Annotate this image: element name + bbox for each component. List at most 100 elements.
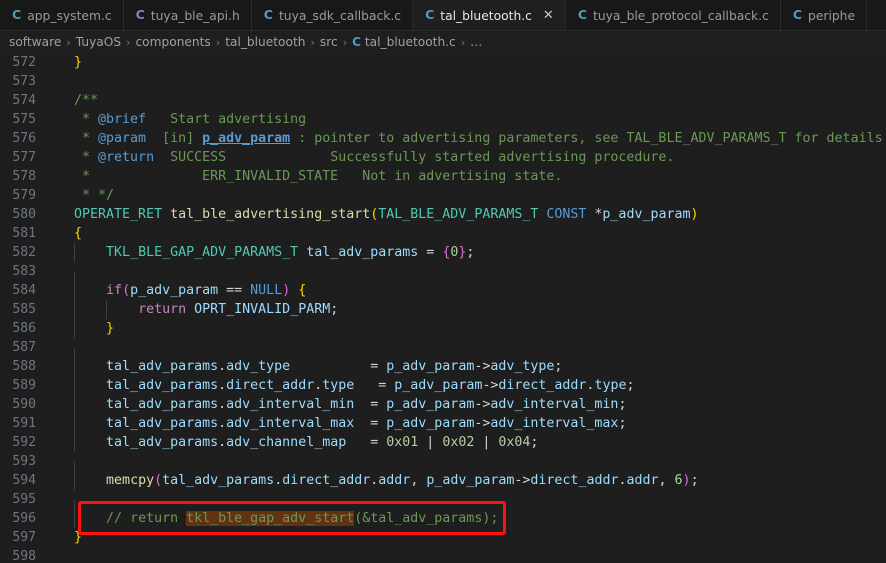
c-file-icon: C [352,35,361,49]
code-line[interactable]: 596 // return tkl_ble_gap_adv_start(&tal… [0,509,886,528]
code-line[interactable]: 579 * */ [0,186,886,205]
code-token: adv_type [226,359,291,374]
code-token: TKL_BLE_GAP_ADV_PARAMS_T [106,245,299,260]
editor-tab-tuya-ble-api-h[interactable]: Ctuya_ble_api.h [123,0,252,30]
code-line[interactable]: 592 tal_adv_params.adv_channel_map = 0x0… [0,433,886,452]
breadcrumb-item-src[interactable]: src [320,35,338,49]
breadcrumb-item-tal-bluetooth-c[interactable]: Ctal_bluetooth.c [352,35,456,49]
code-line-content: } [46,319,886,338]
code-line[interactable]: 573 [0,72,886,91]
code-line[interactable]: 595 [0,490,886,519]
code-token: /** [58,93,99,108]
code-token: p_adv_param [202,131,291,146]
code-line[interactable]: 577 * @return SUCCESS Successfully start… [0,148,886,167]
code-line-content: if(p_adv_param == NULL) { [46,281,886,300]
code-line-content: /** [46,91,886,110]
editor-tab-tuya-sdk-callback-c[interactable]: Ctuya_sdk_callback.c [251,0,414,30]
editor-tab-app-system-c[interactable]: Capp_system.c [0,0,124,30]
code-token: * */ [58,188,115,203]
indent-guide [74,414,76,433]
code-token: , [658,473,675,488]
breadcrumb-item-tuyaos[interactable]: TuyaOS [76,35,121,49]
code-line-content: tal_adv_params.adv_interval_min = p_adv_… [46,395,886,414]
close-icon[interactable]: ✕ [543,9,554,22]
code-token: ; [626,378,635,393]
breadcrumb-item-software[interactable]: software [9,35,61,49]
code-line[interactable]: 576 * @param [in] p_adv_param : pointer … [0,129,886,148]
code-token: : pointer to advertising parameters, see… [290,131,883,146]
code-line-content: TKL_BLE_GAP_ADV_PARAMS_T tal_adv_params … [46,243,886,262]
code-token: OPRT_INVALID_PARM [194,302,331,317]
code-token: OPERATE_RET [74,207,163,222]
code-line[interactable]: 584 if(p_adv_param == NULL) { [0,281,886,300]
code-line[interactable]: 581 { [0,224,886,243]
code-line[interactable]: 593 [0,452,886,481]
c-file-icon: C [425,7,435,23]
breadcrumb-item--[interactable]: … [470,35,482,49]
tab-label: app_system.c [27,8,112,23]
code-line[interactable]: 585 return OPRT_INVALID_PARM; [0,300,886,319]
editor-tab-tal-bluetooth-c[interactable]: Ctal_bluetooth.c ✕ [413,0,566,30]
code-line[interactable]: 598 [0,547,886,563]
code-token: . [218,397,227,412]
code-line[interactable]: 580 OPERATE_RET tal_ble_advertising_star… [0,205,886,224]
code-token: } [74,530,83,545]
code-line[interactable]: 591 tal_adv_params.adv_interval_max = p_… [0,414,886,433]
tab-label: tuya_ble_api.h [150,8,240,23]
code-token: ) [690,207,699,222]
code-line[interactable]: 578 * ERR_INVALID_STATE Not in advertisi… [0,167,886,186]
editor-tab-periphe[interactable]: Cperiphe [780,0,868,30]
line-number: 577 [12,150,36,165]
code-token: { [74,226,83,241]
line-number: 575 [12,112,36,127]
breadcrumb-label: … [470,35,483,49]
code-token: = [290,359,387,374]
code-line[interactable]: 594 memcpy(tal_adv_params.direct_addr.ad… [0,471,886,490]
code-token: ; [466,245,475,260]
code-line[interactable]: 574 /** [0,91,886,110]
code-line[interactable]: 586 } [0,319,886,338]
code-line[interactable]: 588 tal_adv_params.adv_type = p_adv_para… [0,357,886,376]
code-token: ; [554,359,563,374]
code-line[interactable]: 582 TKL_BLE_GAP_ADV_PARAMS_T tal_adv_par… [0,243,886,262]
breadcrumb-item-components[interactable]: components [135,35,210,49]
code-line-content: tal_adv_params.adv_channel_map = 0x01 | … [46,433,886,452]
code-token: ) [682,473,691,488]
c-file-icon: C [792,7,803,23]
code-line[interactable]: 587 [0,338,886,367]
code-token: direct_addr [226,378,315,393]
code-line-content: * @param [in] p_adv_param : pointer to a… [46,129,886,148]
code-token: tal_adv_params [106,359,219,374]
code-token: adv_interval_max [490,416,619,431]
code-line[interactable]: 589 tal_adv_params.direct_addr.type = p_… [0,376,886,395]
code-token: Start advertising [146,112,307,127]
code-token: tal_adv_params [106,397,219,412]
indent-guide [74,281,76,300]
breadcrumb-label: tal_bluetooth.c [364,35,456,49]
code-token: type [322,378,355,393]
code-token: (&tal_adv_params); [354,511,499,526]
code-token: adv_type [490,359,555,374]
code-token: adv_channel_map [226,435,347,450]
code-token: 6 [674,473,683,488]
code-token: . [218,416,227,431]
code-line-content: * @brief Start advertising [46,110,886,129]
code-token: p_adv_param [602,207,691,222]
code-line[interactable]: 597 } [0,528,886,547]
editor-tab-tuya-ble-protocol-callback-c[interactable]: Ctuya_ble_protocol_callback.c [565,0,781,30]
code-line[interactable]: 583 [0,262,886,291]
code-token: == [218,283,251,298]
line-number: 583 [12,264,36,279]
code-line[interactable]: 572 } [0,53,886,72]
code-editor[interactable]: 572 } 573 574 /** 575 * @brief Start advert… [0,53,886,563]
indent-guide [74,319,76,338]
code-token: tal_adv_params [306,245,419,260]
code-token: = [354,416,387,431]
code-line[interactable]: 575 * @brief Start advertising [0,110,886,129]
code-line[interactable]: 590 tal_adv_params.adv_interval_min = p_… [0,395,886,414]
breadcrumb-item-tal-bluetooth[interactable]: tal_bluetooth [225,35,305,49]
